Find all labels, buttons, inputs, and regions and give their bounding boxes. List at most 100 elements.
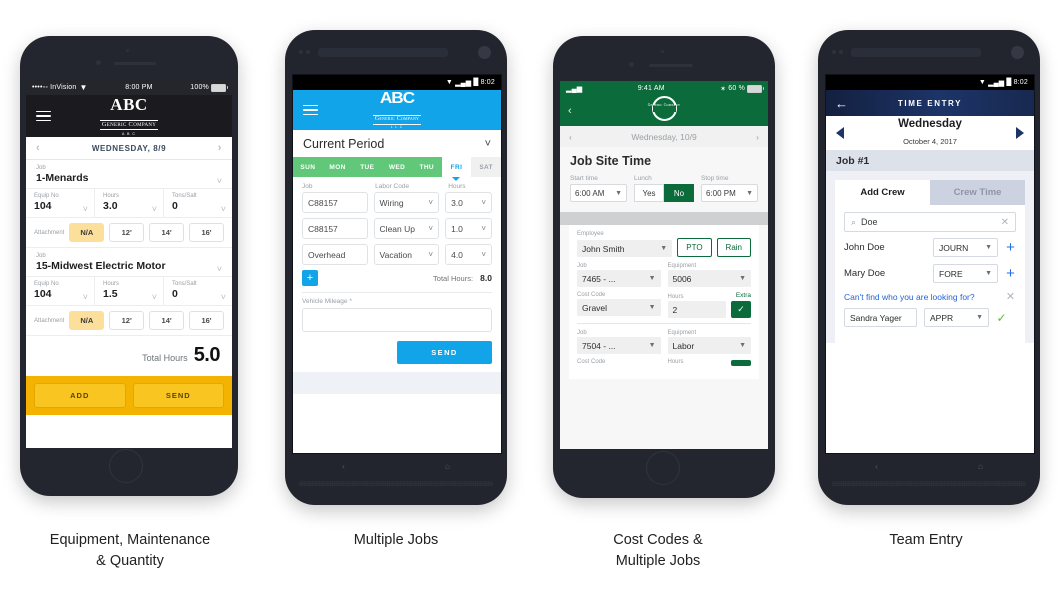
hours-input[interactable]: 2 <box>667 301 726 318</box>
confirm-icon[interactable]: ✓ <box>996 311 1007 325</box>
chevron-down-icon[interactable]: ˅ <box>221 292 226 302</box>
prev-day-icon[interactable] <box>836 127 844 139</box>
tab-wed[interactable]: WED <box>382 157 412 177</box>
tab-add-crew[interactable]: Add Crew <box>835 180 930 205</box>
job-select[interactable]: 7504 - ... ▼ <box>577 337 661 354</box>
add-crew-member-icon[interactable]: + <box>1005 266 1016 281</box>
new-crew-role-select[interactable]: APPR ▼ <box>924 308 989 327</box>
job-select[interactable]: 7465 - ... ▼ <box>577 270 661 287</box>
tab-sun[interactable]: SUN <box>293 157 323 177</box>
labor-code-select[interactable]: Clean Up ˅ <box>373 218 440 239</box>
crew-role-select[interactable]: JOURN ▼ <box>933 238 998 257</box>
chevron-down-icon[interactable]: ˅ <box>152 204 157 214</box>
chevron-down-icon[interactable]: ˅ <box>152 292 157 302</box>
attachment-option-16[interactable]: 16' <box>189 223 224 242</box>
add-crew-member-icon[interactable]: + <box>1005 240 1016 255</box>
employee-select[interactable]: John Smith ▼ <box>577 240 673 257</box>
lunch-field[interactable]: Lunch Yes No <box>634 175 694 202</box>
chevron-down-icon[interactable]: ˅ <box>83 292 88 302</box>
equipment-select[interactable]: 5006 ▼ <box>667 270 751 287</box>
start-time-field[interactable]: Start time 6:00 AM ▼ <box>570 175 627 202</box>
hours-select[interactable]: 1.0 ˅ <box>445 218 493 239</box>
tons-salt-field[interactable]: Tons/Salt 0 ˅ <box>164 277 232 305</box>
lunch-option-yes[interactable]: Yes <box>634 184 664 202</box>
home-nav-icon[interactable]: ⌂ <box>445 462 450 471</box>
phone-4-frame: ▼ ▂▄▆ █ 8:02 ← TIME ENTRY Wednesday Octo… <box>818 30 1040 505</box>
tab-crew-time[interactable]: Crew Time <box>930 180 1025 205</box>
send-button[interactable]: SEND <box>397 341 492 364</box>
tab-mon[interactable]: MON <box>322 157 353 177</box>
chevron-down-icon[interactable]: ˅ <box>217 176 222 186</box>
job-input[interactable]: C88157 <box>302 218 368 239</box>
new-crew-name-input[interactable]: Sandra Yager <box>844 308 917 327</box>
cost-code-field-2[interactable]: Cost Code <box>577 359 661 366</box>
chevron-down-icon[interactable]: ˅ <box>485 138 491 150</box>
job-input[interactable]: Overhead <box>302 244 368 265</box>
prev-day-icon[interactable]: ‹ <box>36 142 40 154</box>
stop-time-field[interactable]: Stop time 6:00 PM ▼ <box>701 175 758 202</box>
back-nav-icon[interactable]: ‹ <box>342 462 345 471</box>
tab-fri[interactable]: FRI <box>441 157 472 177</box>
extra-checkbox-2[interactable] <box>731 360 751 366</box>
start-time-select[interactable]: 6:00 AM ▼ <box>570 184 627 202</box>
lunch-option-no[interactable]: No <box>664 184 694 202</box>
labor-code-select[interactable]: Vacation ˅ <box>373 244 440 265</box>
home-button[interactable] <box>109 449 143 483</box>
back-nav-icon[interactable]: ‹ <box>875 462 878 471</box>
close-icon[interactable]: ✕ <box>1005 290 1016 303</box>
next-day-icon[interactable]: › <box>756 132 759 142</box>
attachment-option-16[interactable]: 16' <box>189 311 224 330</box>
send-button[interactable]: SEND <box>132 383 224 408</box>
job-input[interactable]: C88157 <box>302 192 368 213</box>
job-field-2[interactable]: Job 7504 - ... ▼ <box>577 330 661 354</box>
equip-no-field[interactable]: Equip No 104 ˅ <box>26 277 95 305</box>
equipment-select[interactable]: Labor ▼ <box>667 337 751 354</box>
add-button[interactable]: ADD <box>34 383 126 408</box>
attachment-option-12[interactable]: 12' <box>109 311 145 330</box>
home-nav-icon[interactable]: ⌂ <box>978 462 983 471</box>
chevron-down-icon[interactable]: ˅ <box>217 264 222 274</box>
chevron-down-icon[interactable]: ˅ <box>83 204 88 214</box>
attachment-option-14[interactable]: 14' <box>149 311 185 330</box>
next-day-icon[interactable]: › <box>218 142 222 154</box>
hours-field[interactable]: Hours 1.5 ˅ <box>95 277 164 305</box>
hours-field[interactable]: Hours 2 <box>667 294 726 318</box>
next-day-icon[interactable] <box>1016 127 1024 139</box>
job-selector-1[interactable]: Job 1-Menards ˅ <box>26 160 232 189</box>
chevron-down-icon[interactable]: ˅ <box>221 204 226 214</box>
attachment-option-14[interactable]: 14' <box>149 223 185 242</box>
crew-role-select[interactable]: FORE ▼ <box>933 264 998 283</box>
prev-day-icon[interactable]: ‹ <box>569 132 572 142</box>
rain-button[interactable]: Rain <box>716 238 751 257</box>
pto-button[interactable]: PTO <box>677 238 712 257</box>
home-button[interactable] <box>646 451 680 485</box>
crew-search-input[interactable]: ⌕ Doe ✕ <box>844 212 1016 232</box>
labor-code-select[interactable]: Wiring ˅ <box>373 192 440 213</box>
attachment-option-12[interactable]: 12' <box>109 223 145 242</box>
hours-select[interactable]: 4.0 ˅ <box>445 244 493 265</box>
period-selector[interactable]: Current Period ˅ <box>293 130 501 157</box>
equipment-field[interactable]: Equipment 5006 ▼ <box>667 263 751 287</box>
clear-icon[interactable]: ✕ <box>1001 217 1009 228</box>
vehicle-mileage-input[interactable] <box>302 308 492 332</box>
extra-checkbox[interactable]: ✓ <box>731 301 751 318</box>
attachment-option-na[interactable]: N/A <box>69 223 105 242</box>
tab-thu[interactable]: THU <box>411 157 442 177</box>
not-found-link[interactable]: Can't find who you are looking for? <box>844 292 998 302</box>
tons-salt-field[interactable]: Tons/Salt 0 ˅ <box>164 189 232 217</box>
hours-select[interactable]: 3.0 ˅ <box>445 192 493 213</box>
tab-sat[interactable]: SAT <box>471 157 501 177</box>
equip-no-field[interactable]: Equip No 104 ˅ <box>26 189 95 217</box>
job-field[interactable]: Job 7465 - ... ▼ <box>577 263 661 287</box>
hours-field-2[interactable]: Hours <box>668 359 727 366</box>
job-selector-2[interactable]: Job 15-Midwest Electric Motor ˅ <box>26 248 232 277</box>
tab-tue[interactable]: TUE <box>352 157 383 177</box>
equipment-field-2[interactable]: Equipment Labor ▼ <box>667 330 751 354</box>
stop-time-select[interactable]: 6:00 PM ▼ <box>701 184 758 202</box>
attachment-option-na[interactable]: N/A <box>69 311 105 330</box>
hours-field[interactable]: Hours 3.0 ˅ <box>95 189 164 217</box>
cost-code-field[interactable]: Cost Code Gravel ▼ <box>577 292 661 318</box>
battery-icon <box>211 83 228 92</box>
cost-code-select[interactable]: Gravel ▼ <box>577 299 661 316</box>
add-row-button[interactable]: + <box>302 270 318 286</box>
